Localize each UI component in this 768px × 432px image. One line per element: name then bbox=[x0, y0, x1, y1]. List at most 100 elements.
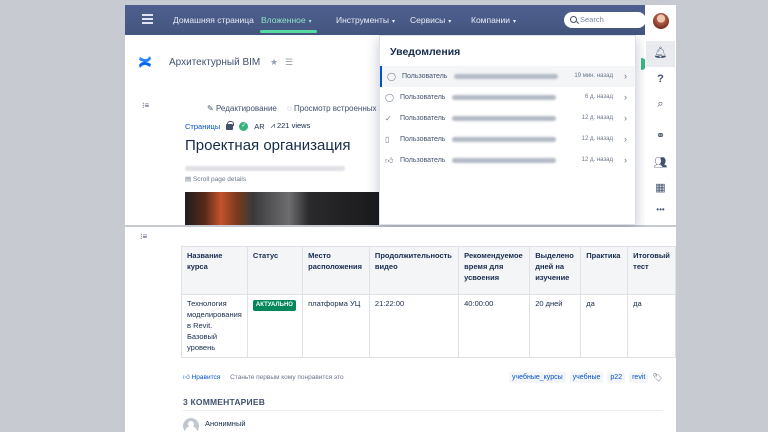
notification-item[interactable]: ▯ Пользователь 12 д. назад › bbox=[380, 129, 635, 150]
like-button[interactable]: 👍︎ Нравится bbox=[183, 374, 220, 381]
confluence-logo-icon[interactable] bbox=[138, 55, 152, 69]
search-icon[interactable]: ⌕ bbox=[645, 98, 676, 111]
avatar bbox=[183, 418, 199, 432]
comment-icon: ◌ bbox=[287, 104, 292, 113]
label-tag[interactable]: revit bbox=[629, 372, 649, 383]
blurred-notification-text bbox=[452, 137, 556, 142]
nav-companies[interactable]: Компании ▾ bbox=[471, 15, 516, 25]
notifications-title: Уведомления bbox=[390, 46, 461, 58]
users-icon[interactable]: 👥︎ bbox=[645, 156, 676, 169]
edit-button[interactable]: ✎ Редактирование bbox=[207, 104, 277, 113]
notifications-bell-icon[interactable]: 🔔︎ bbox=[645, 46, 676, 59]
chart-icon: ⩘ bbox=[270, 121, 275, 130]
nav-services[interactable]: Сервисы ▾ bbox=[410, 15, 451, 25]
nav-active-indicator bbox=[260, 30, 317, 33]
label-tag[interactable]: учебные_курсы bbox=[509, 372, 566, 383]
chevron-down-icon: ▾ bbox=[308, 19, 312, 25]
space-title[interactable]: Архитектурный BIM bbox=[169, 57, 260, 68]
page-icon: ▯ bbox=[385, 135, 390, 144]
page-tree-icon[interactable]: ⁝≡ bbox=[140, 232, 147, 241]
status-badge: АКТУАЛЬНО bbox=[252, 300, 296, 311]
chevron-right-icon: › bbox=[624, 71, 627, 81]
table-row: Технология моделирования в Revit. Базовы… bbox=[181, 293, 676, 359]
breadcrumb-pages[interactable]: Страницы bbox=[185, 122, 220, 131]
top-navigation: Домашняя страница Вложенное ▾ Инструменты… bbox=[125, 5, 676, 35]
chevron-right-icon: › bbox=[624, 155, 627, 165]
column-header: Статус bbox=[246, 246, 304, 295]
blurred-notification-text bbox=[452, 158, 556, 163]
avatar[interactable] bbox=[653, 13, 669, 29]
status-cell: АКТУАЛЬНО bbox=[246, 293, 304, 359]
column-header: Практика bbox=[580, 246, 629, 295]
label-tag[interactable]: учебные bbox=[569, 372, 604, 383]
menu-icon[interactable] bbox=[142, 14, 153, 24]
column-header: Место расположения bbox=[302, 246, 370, 295]
test-cell: да bbox=[627, 293, 676, 359]
details-icon: ▤ bbox=[185, 176, 192, 183]
blurred-notification-text bbox=[452, 95, 556, 100]
column-header: Выделено дней на изучение bbox=[529, 246, 582, 295]
page-tree-icon[interactable]: ⁝≡ bbox=[142, 101, 149, 110]
chevron-right-icon: › bbox=[624, 134, 627, 144]
course-table: Название курса Статус Место расположения… bbox=[181, 246, 676, 359]
column-header: Название курса bbox=[181, 246, 248, 295]
labels-list: учебные_курсы учебные p22 revit 🏷︎ bbox=[509, 372, 662, 383]
page-title: Проектная организация bbox=[185, 137, 351, 154]
comment-icon: ◯ bbox=[387, 72, 396, 81]
link-icon[interactable]: ⚭ bbox=[645, 129, 676, 142]
notification-item[interactable]: 👍︎ Пользователь 12 д. назад › bbox=[380, 150, 635, 171]
chevron-right-icon: › bbox=[624, 113, 627, 123]
comment-author[interactable]: Анонимный bbox=[205, 419, 246, 428]
notification-item[interactable]: ◯ Пользователь 19 мин. назад › bbox=[380, 66, 635, 87]
notifications-list: ◯ Пользователь 19 мин. назад › ◯ Пользов… bbox=[380, 66, 635, 171]
help-icon[interactable]: ? bbox=[645, 73, 676, 85]
blurred-notification-text bbox=[452, 116, 556, 121]
column-header: Итоговый тест bbox=[627, 246, 676, 295]
course-name-cell: Технология моделирования в Revit. Базовы… bbox=[181, 293, 248, 359]
label-tag[interactable]: p22 bbox=[607, 372, 626, 383]
chevron-down-icon: ▾ bbox=[392, 19, 396, 25]
blurred-notification-text bbox=[454, 74, 558, 79]
like-icon: 👍︎ bbox=[385, 156, 394, 165]
days-cell: 20 дней bbox=[529, 293, 582, 359]
search-input[interactable]: Search bbox=[564, 12, 646, 28]
breadcrumb: Страницы ✓ AR ⩘ 221 views bbox=[185, 121, 310, 131]
table-header-row: Название курса Статус Место расположения… bbox=[181, 246, 676, 295]
chevron-right-icon: › bbox=[624, 92, 627, 102]
notification-item[interactable]: ✓ Пользователь 12 д. назад › bbox=[380, 108, 635, 129]
lock-icon[interactable] bbox=[226, 121, 235, 130]
check-icon[interactable]: ✓ bbox=[239, 121, 249, 131]
chevron-down-icon: ▾ bbox=[513, 19, 517, 25]
comment-icon: ◯ bbox=[385, 93, 394, 102]
practice-cell: да bbox=[580, 293, 629, 359]
tag-icon[interactable]: 🏷︎ bbox=[652, 373, 662, 382]
pencil-icon: ✎ bbox=[207, 104, 214, 113]
star-icon[interactable]: ★ bbox=[270, 57, 278, 68]
comments-heading: 3 КОММЕНТАРИЕВ bbox=[183, 397, 266, 407]
column-header: Рекомендуемое время для усвоения bbox=[458, 246, 531, 295]
divider bbox=[183, 410, 663, 411]
more-icon[interactable]: ••• bbox=[645, 205, 676, 214]
location-cell: платформа УЦ bbox=[302, 293, 370, 359]
recommended-time-cell: 40:00:00 bbox=[458, 293, 531, 359]
likes-row: 👍︎ Нравится Станьте первым кому понравит… bbox=[183, 373, 344, 381]
notification-item[interactable]: ◯ Пользователь 6 д. назад › bbox=[380, 87, 635, 108]
confluence-page-bottom: ⁝≡ Название курса Статус Место расположе… bbox=[125, 227, 676, 432]
scroll-page-details[interactable]: ▤ Scroll page details bbox=[185, 175, 246, 183]
column-header: Продолжительность видео bbox=[368, 246, 460, 295]
check-icon: ✓ bbox=[385, 114, 392, 123]
thumbs-up-icon: 👍︎ bbox=[183, 374, 190, 381]
chevron-down-icon: ▾ bbox=[448, 19, 452, 25]
blurred-author-line bbox=[185, 166, 345, 171]
nav-tools[interactable]: Инструменты ▾ bbox=[336, 15, 395, 25]
calendar-icon[interactable]: ▦ bbox=[645, 181, 676, 194]
ar-label: AR bbox=[254, 121, 265, 131]
likes-prompt: Станьте первым кому понравится это bbox=[230, 374, 344, 381]
notifications-panel: Уведомления ◯ Пользователь 19 мин. назад… bbox=[379, 35, 636, 225]
right-sidebar: 🔔︎ ? ⌕ ⚭ 👥︎ ▦ ••• bbox=[645, 5, 676, 225]
view-inline-button[interactable]: ◌ Просмотр встроенных bbox=[287, 104, 377, 113]
nav-nested[interactable]: Вложенное ▾ bbox=[261, 15, 312, 25]
views-count: ⩘ 221 views bbox=[270, 121, 311, 130]
nav-home[interactable]: Домашняя страница bbox=[173, 15, 254, 25]
page-tree-icon[interactable]: ☰ bbox=[285, 57, 293, 68]
